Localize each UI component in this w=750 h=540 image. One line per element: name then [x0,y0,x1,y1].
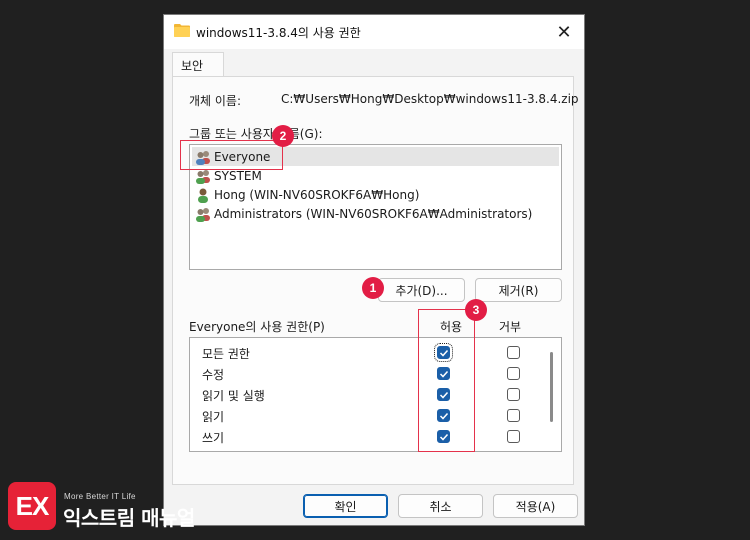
permissions-header: Everyone의 사용 권한(P) [189,320,325,334]
scrollbar-thumb[interactable] [550,352,553,422]
title-bar: windows11-3.8.4의 사용 권한 ✕ [164,15,584,49]
permission-row: 수정 [190,363,545,384]
permission-name: 읽기 [202,410,225,424]
apply-button[interactable]: 적용(A) [493,494,578,518]
permissions-dialog: windows11-3.8.4의 사용 권한 ✕ 보안 개체 이름: C:₩Us… [163,14,585,526]
user-name: SYSTEM [214,168,262,183]
brand-name: 익스트림 매뉴얼 [63,506,195,530]
user-icon [198,188,208,203]
permission-name: 모든 권한 [202,347,250,361]
permission-row: 읽기 [190,405,545,426]
permission-name: 수정 [202,368,225,382]
step-badge-3: 3 [465,299,487,321]
brand-watermark: EX More Better IT Life 익스트림 매뉴얼 [8,482,208,532]
step-badge-2: 2 [272,125,294,147]
deny-checkbox[interactable] [507,388,520,401]
permission-row: 모든 권한 [190,342,545,363]
close-button[interactable]: ✕ [544,15,584,49]
deny-column-header: 거부 [498,320,522,334]
highlight-allow-column [418,309,475,452]
list-item-administrators[interactable]: Administrators (WIN-NV60SROKF6A₩Administ… [192,204,559,223]
step-badge-1: 1 [362,277,384,299]
brand-tagline: More Better IT Life [64,492,136,501]
group-icon [196,207,210,222]
permission-row: 읽기 및 실행 [190,384,545,405]
deny-checkbox[interactable] [507,367,520,380]
permissions-list[interactable]: 모든 권한 수정 읽기 및 실행 읽기 쓰기 [189,337,562,452]
list-item-hong[interactable]: Hong (WIN-NV60SROKF6A₩Hong) [192,185,559,204]
tab-security[interactable]: 보안 [172,52,224,77]
permission-name: 읽기 및 실행 [202,389,265,403]
close-icon: ✕ [556,21,572,43]
remove-button[interactable]: 제거(R) [475,278,562,302]
highlight-everyone [180,140,283,170]
object-name-label: 개체 이름: [189,94,242,108]
user-name: Hong (WIN-NV60SROKF6A₩Hong) [214,187,420,202]
add-button[interactable]: 추가(D)... [378,278,465,302]
folder-icon [174,24,190,37]
brand-logo: EX [8,482,56,530]
permission-row: 쓰기 [190,426,545,447]
permission-name: 쓰기 [202,431,225,445]
window-title: windows11-3.8.4의 사용 권한 [196,26,361,40]
cancel-button[interactable]: 취소 [398,494,483,518]
ok-button[interactable]: 확인 [303,494,388,518]
deny-checkbox[interactable] [507,346,520,359]
deny-checkbox[interactable] [507,409,520,422]
deny-checkbox[interactable] [507,430,520,443]
user-name: Administrators (WIN-NV60SROKF6A₩Administ… [214,206,533,221]
object-name-value: C:₩Users₩Hong₩Desktop₩windows11-3.8.4.zi… [281,92,579,106]
